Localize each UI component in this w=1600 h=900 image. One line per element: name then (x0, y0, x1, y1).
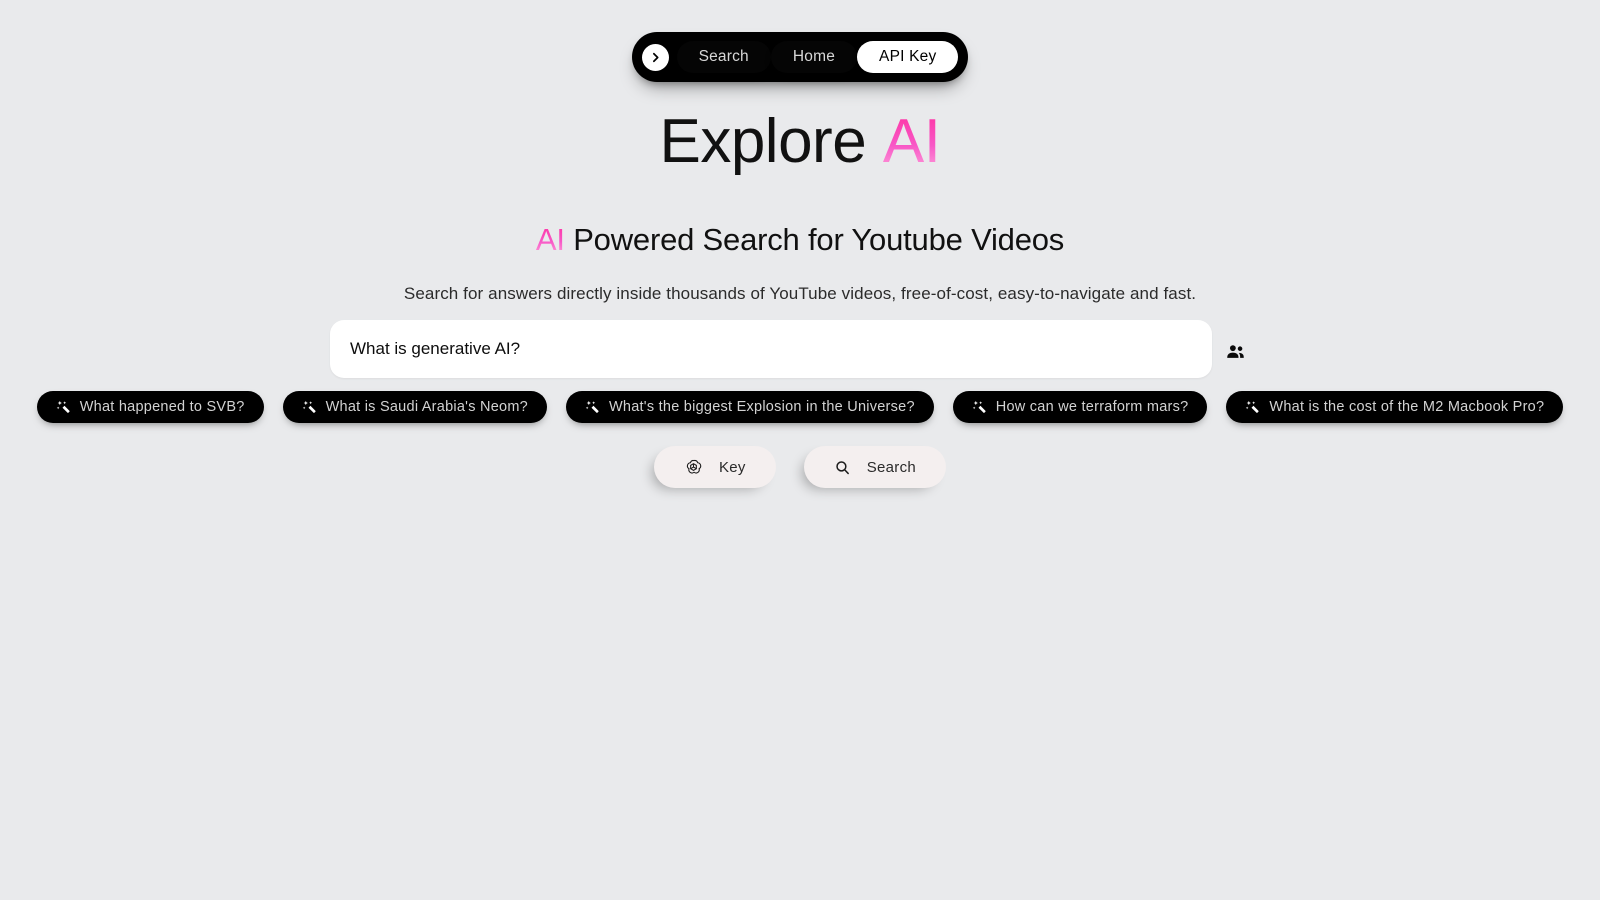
suggestion-chip[interactable]: What happened to SVB? (36, 391, 264, 423)
search-row (330, 320, 1246, 378)
page-subtitle: AI Powered Search for Youtube Videos (0, 222, 1600, 258)
suggestion-chip-label: What's the biggest Explosion in the Univ… (608, 399, 915, 415)
suggestion-chip-label: What is the cost of the M2 Macbook Pro? (1269, 399, 1545, 415)
search-input[interactable] (330, 320, 1213, 378)
people-icon[interactable] (1224, 340, 1246, 362)
nav-item-search[interactable]: Search (676, 41, 771, 73)
suggestion-chip-label: What happened to SVB? (79, 399, 245, 415)
search-button-label: Search (866, 458, 917, 476)
suggestion-chip-label: How can we terraform mars? (995, 399, 1189, 415)
chevron-right-glyph (652, 52, 659, 62)
suggestion-chips: What happened to SVB? What is Saudi Arab… (0, 391, 1600, 423)
api-key-button-label: Key (718, 458, 746, 476)
page-title-main: Explore (659, 107, 867, 176)
suggestion-chip[interactable]: What's the biggest Explosion in the Univ… (565, 391, 934, 423)
magic-wand-icon (56, 400, 70, 413)
page-tagline: Search for answers directly inside thous… (403, 284, 1197, 304)
magic-wand-icon (585, 400, 599, 413)
page-title: Explore AI (0, 107, 1600, 176)
hero-section: Explore AI AI Powered Search for Youtube… (0, 107, 1600, 304)
magic-wand-icon (972, 400, 986, 413)
suggestion-chip[interactable]: What is Saudi Arabia's Neom? (282, 391, 547, 423)
page-subtitle-accent: AI (535, 222, 565, 258)
api-key-button[interactable]: Key (653, 446, 776, 488)
suggestion-chip[interactable]: How can we terraform mars? (952, 391, 1208, 423)
suggestion-chip[interactable]: What is the cost of the M2 Macbook Pro? (1226, 391, 1564, 423)
search-button[interactable]: Search (803, 446, 947, 488)
nav-item-home[interactable]: Home (770, 41, 858, 73)
magic-wand-icon (1246, 400, 1259, 413)
magic-wand-icon (302, 400, 316, 413)
openai-logo-icon (686, 459, 702, 473)
search-icon (836, 460, 849, 474)
page-title-accent: AI (882, 107, 941, 176)
action-buttons: Key Search (0, 446, 1600, 488)
nav-item-api-key[interactable]: API Key (857, 41, 959, 73)
chevron-right-icon[interactable] (641, 43, 669, 71)
navbar: Search Home API Key (631, 32, 969, 82)
people-glyph (1226, 344, 1244, 358)
page-subtitle-rest: Powered Search for Youtube Videos (564, 222, 1065, 258)
suggestion-chip-label: What is Saudi Arabia's Neom? (325, 399, 528, 415)
navbar-container: Search Home API Key (0, 32, 1600, 82)
